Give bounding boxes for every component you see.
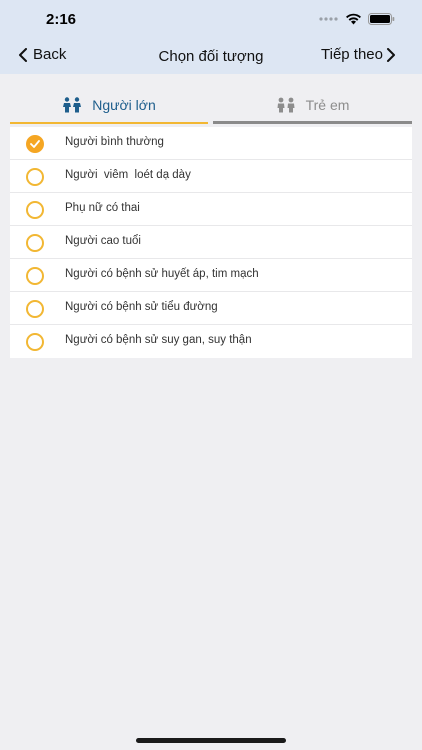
list-item[interactable]: Người có bệnh sử huyết áp, tim mạch [10, 259, 412, 292]
radio-button[interactable] [26, 234, 44, 252]
list-item[interactable]: Người có bệnh sử suy gan, suy thận [10, 325, 412, 358]
status-bar: 2:16 [0, 0, 422, 40]
wifi-icon [346, 13, 361, 25]
list-item-label: Người viêm loét dạ dày [65, 169, 191, 181]
tab-adults[interactable]: Người lớn [10, 88, 208, 124]
children-icon [276, 97, 296, 113]
radio-button[interactable] [26, 300, 44, 318]
list-item[interactable]: Người bình thường [10, 127, 412, 160]
next-label: Tiếp theo [321, 46, 383, 63]
battery-icon [368, 13, 395, 25]
list-item-label: Người có bệnh sử suy gan, suy thận [65, 334, 252, 346]
radio-button[interactable] [26, 333, 44, 351]
radio-button[interactable] [26, 201, 44, 219]
list-item-label: Phụ nữ có thai [65, 202, 140, 214]
audience-tabs: Người lớn Trẻ em [10, 88, 412, 124]
list-item[interactable]: Người cao tuổi [10, 226, 412, 259]
tab-children[interactable]: Trẻ em [213, 88, 412, 124]
radio-button[interactable] [26, 267, 44, 285]
home-indicator [136, 738, 286, 743]
list-item-label: Người cao tuổi [65, 235, 141, 247]
radio-button-checked[interactable] [26, 135, 44, 153]
radio-button[interactable] [26, 168, 44, 186]
signal-icon [319, 17, 338, 21]
adults-icon [62, 97, 82, 113]
tab-children-label: Trẻ em [305, 96, 350, 113]
tab-adults-label: Người lớn [92, 97, 156, 113]
option-list: Người bình thường Người viêm loét dạ dày… [10, 127, 412, 358]
nav-bar: Back Chọn đối tượng Tiếp theo [0, 40, 422, 74]
status-time: 2:16 [46, 11, 77, 28]
next-button[interactable]: Tiếp theo [321, 46, 396, 63]
chevron-right-icon [387, 47, 395, 62]
list-item-label: Người có bệnh sử tiểu đường [65, 301, 218, 313]
list-item[interactable]: Người có bệnh sử tiểu đường [10, 292, 412, 325]
list-item[interactable]: Phụ nữ có thai [10, 193, 412, 226]
status-icons [319, 13, 395, 25]
list-item-label: Người bình thường [65, 136, 164, 148]
checkmark-icon [30, 140, 40, 148]
list-item[interactable]: Người viêm loét dạ dày [10, 160, 412, 193]
list-item-label: Người có bệnh sử huyết áp, tim mạch [65, 268, 259, 280]
